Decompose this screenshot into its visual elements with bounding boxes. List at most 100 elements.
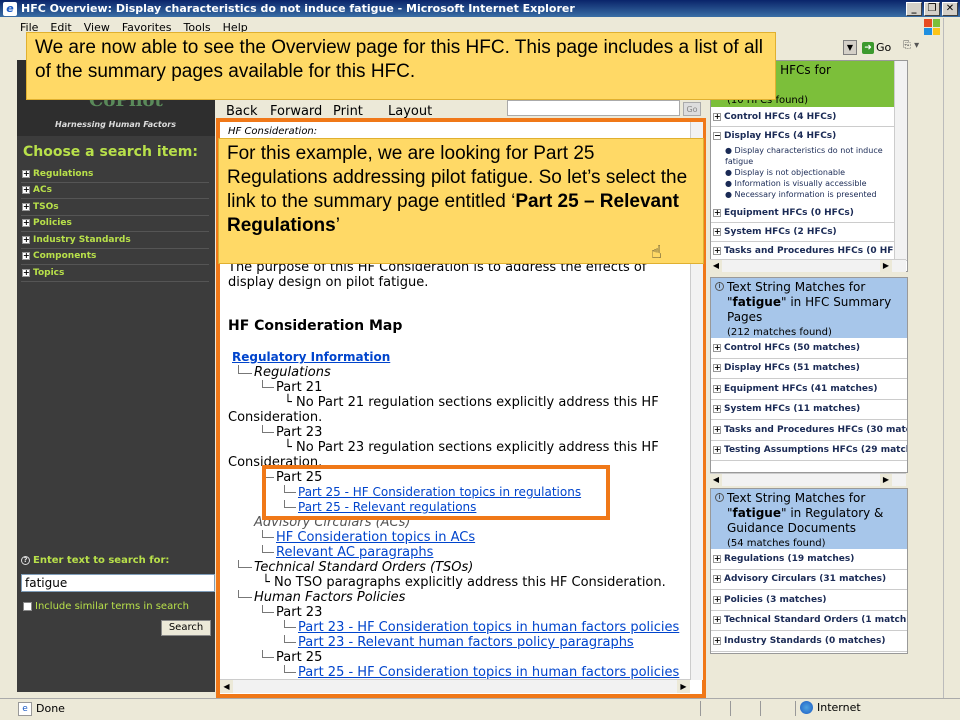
tree-elbow-icon: └ <box>284 395 296 410</box>
summary-item-equipment[interactable]: + Equipment HFCs (41 matches) <box>711 379 907 400</box>
tree-connector <box>238 590 252 598</box>
nav-item-policies[interactable]: + Policies <box>21 216 209 232</box>
expand-icon: + <box>713 574 721 584</box>
nav-item-regulations[interactable]: + Regulations <box>21 166 209 183</box>
right-panel: mended HFCs for e (10 HFCs found) +Contr… <box>710 60 908 692</box>
text-search-heading: ? Enter text to search for: <box>21 555 169 566</box>
regulatory-information-link[interactable]: Regulatory Information <box>232 350 390 365</box>
consideration-word: Consideration. <box>228 410 323 425</box>
reg-item-policies[interactable]: + Policies (3 matches) <box>711 590 907 611</box>
rec-bullet[interactable]: ● Display is not objectionable <box>711 167 907 178</box>
relevant-ac-paragraphs-link[interactable]: Relevant AC paragraphs <box>276 545 433 560</box>
rec-vertical-scrollbar[interactable] <box>894 61 907 260</box>
callout-overview: We are now able to see the Overview page… <box>26 32 776 100</box>
rec-bullet[interactable]: ● Necessary information is presented <box>711 189 907 200</box>
scroll-right-icon[interactable]: ▶ <box>880 474 892 486</box>
content-search-input[interactable] <box>507 100 680 116</box>
content-go-button[interactable]: Go <box>683 102 701 116</box>
expand-icon: + <box>713 342 721 352</box>
expand-icon: + <box>22 201 30 211</box>
info-icon: i <box>715 493 724 502</box>
purpose-text: The purpose of this HF Consideration is … <box>228 260 647 290</box>
scroll-left-icon[interactable]: ◀ <box>710 260 722 272</box>
rec-bullet[interactable]: ● Information is visually accessible <box>711 178 907 189</box>
help-icon: ? <box>21 556 30 565</box>
minimize-button[interactable]: _ <box>906 1 922 16</box>
address-dropdown-button[interactable]: ▼ <box>843 40 857 55</box>
page-vertical-scrollbar[interactable] <box>943 18 957 698</box>
content-horizontal-scrollbar[interactable]: ◀ ▶ <box>220 679 690 693</box>
nav-item-components[interactable]: + Components <box>21 249 209 265</box>
choose-search-heading: Choose a search item: <box>23 144 198 160</box>
address-go-button[interactable]: ➜ Go <box>862 40 896 55</box>
nav-item-acs[interactable]: + ACs <box>21 183 209 199</box>
page-icon: e <box>18 701 32 716</box>
summary-item-system[interactable]: + System HFCs (11 matches) <box>711 400 907 420</box>
tree-connector <box>284 620 296 628</box>
summary-item-control[interactable]: + Control HFCs (50 matches) <box>711 338 907 359</box>
ac-topics-link[interactable]: HF Consideration topics in ACs <box>276 530 475 545</box>
rec-item-control[interactable]: + Control HFCs (4 HFCs) <box>711 107 907 127</box>
status-divider <box>760 701 761 716</box>
layout-button[interactable]: Layout <box>388 104 432 119</box>
regulatory-matches-heading: i Text String Matches for "fatigue" in R… <box>711 489 907 549</box>
hf-policies-label: Human Factors Policies <box>254 590 406 605</box>
rec-bullet[interactable]: ● Display characteristics do not induce … <box>711 145 907 167</box>
windows-logo-icon <box>924 19 940 35</box>
nav-item-industry-standards[interactable]: + Industry Standards <box>21 232 209 249</box>
reg-item-acs[interactable]: + Advisory Circulars (31 matches) <box>711 570 907 590</box>
summary-item-display[interactable]: + Display HFCs (51 matches) <box>711 359 907 379</box>
restore-button[interactable]: ❐ <box>924 1 940 16</box>
expand-icon: + <box>22 234 30 244</box>
expand-icon: + <box>713 615 721 625</box>
reg-item-tsos[interactable]: + Technical Standard Orders (1 match) <box>711 611 907 631</box>
info-icon: i <box>715 282 724 291</box>
tree-connector <box>284 635 296 643</box>
print-button[interactable]: Print <box>333 104 363 119</box>
scroll-right-icon[interactable]: ▶ <box>677 680 690 693</box>
summary-item-tasks[interactable]: +Tasks and Procedures HFCs (30 matches) <box>711 420 907 441</box>
text-search-input[interactable]: fatigue <box>21 574 215 592</box>
scroll-left-icon[interactable]: ◀ <box>220 680 233 693</box>
rec-item-display[interactable]: − Display HFCs (4 HFCs) <box>711 127 907 145</box>
hfp-part23-topics-link[interactable]: Part 23 - HF Consideration topics in hum… <box>298 620 679 635</box>
tree-connector <box>238 365 252 374</box>
hfp-part23-paragraphs-link[interactable]: Part 23 - Relevant human factors policy … <box>298 635 634 650</box>
expand-icon: + <box>22 218 30 228</box>
expand-icon: + <box>713 227 721 236</box>
rec-item-system[interactable]: + System HFCs (2 HFCs) <box>711 223 907 242</box>
logo-tagline: Harnessing Human Factors <box>55 120 176 129</box>
rec-item-equipment[interactable]: + Equipment HFCs (0 HFCs) <box>711 204 907 223</box>
expand-icon: + <box>22 168 30 178</box>
scroll-right-icon[interactable]: ▶ <box>880 260 892 272</box>
rec-horizontal-scrollbar[interactable]: ◀ ▶ <box>710 259 906 272</box>
search-item-list: + Regulations + ACs + TSOs + Policies + Indus… <box>21 166 209 282</box>
scroll-left-icon[interactable]: ◀ <box>710 474 722 486</box>
similar-terms-option[interactable]: Include similar terms in search <box>23 601 189 612</box>
summary-item-testing[interactable]: +Testing Assumptions HFCs (29 matches) <box>711 441 907 461</box>
nav-item-tsos[interactable]: + TSOs <box>21 199 209 216</box>
search-button[interactable]: Search <box>161 620 211 636</box>
summary-horizontal-scrollbar[interactable]: ◀ ▶ <box>710 473 906 486</box>
expand-icon: + <box>22 251 30 261</box>
close-button[interactable]: ✕ <box>942 1 958 16</box>
hfp-part25-topics-link[interactable]: Part 25 - HF Consideration topics in hum… <box>298 665 679 680</box>
part21-label: Part 21 <box>276 380 323 395</box>
hfp-part23-label: Part 23 <box>276 605 323 620</box>
back-button[interactable]: Back <box>226 104 258 119</box>
tso-label: Technical Standard Orders (TSOs) <box>254 560 474 575</box>
globe-icon <box>800 701 813 714</box>
window-title: HFC Overview: Display characteristics do… <box>21 2 575 15</box>
part21-note: └ No Part 21 regulation sections explici… <box>284 395 659 410</box>
expand-icon: + <box>713 363 721 373</box>
nav-item-topics[interactable]: + Topics <box>21 265 209 282</box>
tree-connector <box>262 545 274 553</box>
security-zone: Internet <box>800 701 861 714</box>
map-title: HF Consideration Map <box>228 318 403 334</box>
forward-button[interactable]: Forward <box>270 104 322 119</box>
links-icon[interactable]: ⎘ ▾ <box>903 40 931 55</box>
similar-terms-checkbox[interactable] <box>23 602 32 611</box>
reg-item-regulations[interactable]: + Regulations (19 matches) <box>711 549 907 570</box>
hfc-summary-heading: i Text String Matches for "fatigue" in H… <box>711 278 907 338</box>
reg-item-standards[interactable]: + Industry Standards (0 matches) <box>711 631 907 652</box>
